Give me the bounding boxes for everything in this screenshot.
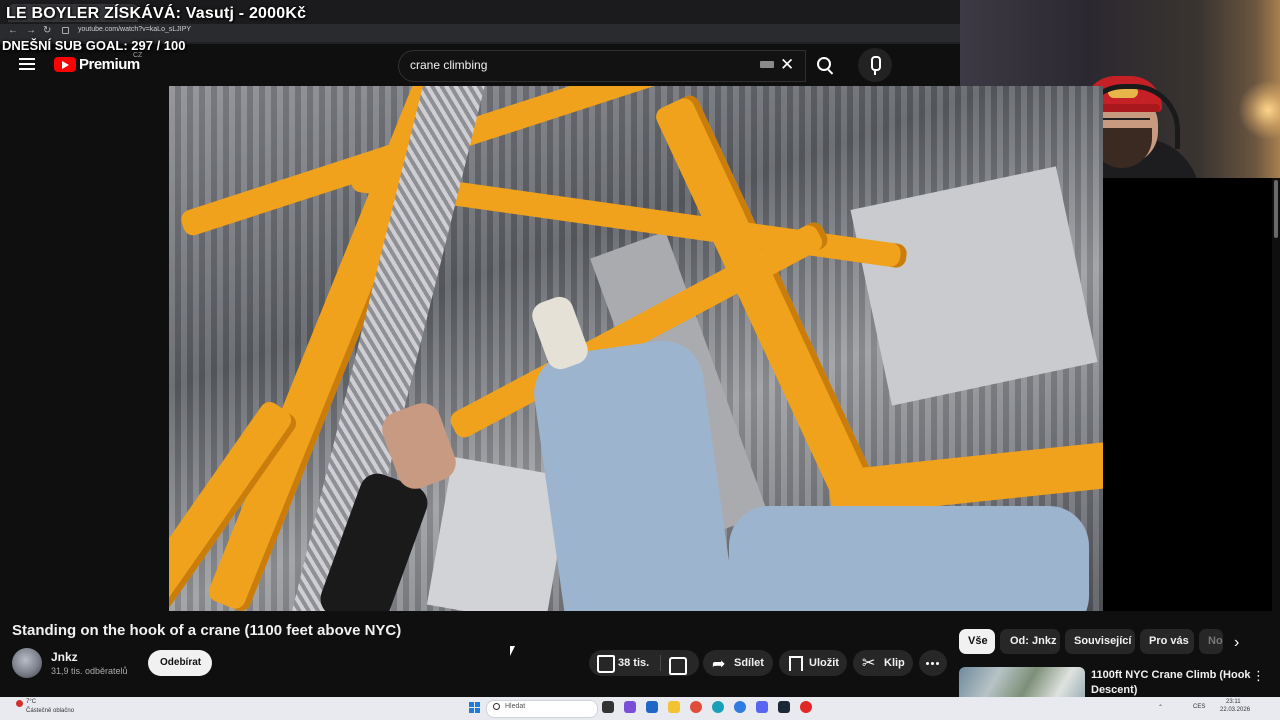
- chip-label[interactable]: Pro vás: [1149, 635, 1189, 647]
- chip-label[interactable]: Související: [1074, 635, 1131, 647]
- forward-arrow-icon[interactable]: →: [26, 25, 36, 36]
- reload-icon[interactable]: ↻: [43, 25, 51, 36]
- site-info-icon[interactable]: [62, 27, 69, 34]
- obs-icon[interactable]: [800, 701, 812, 713]
- thumbs-up-icon[interactable]: [597, 655, 615, 673]
- subscribe-button[interactable]: Odebírat: [148, 650, 212, 676]
- tray-chevron-icon[interactable]: ⌃: [1158, 704, 1163, 711]
- subscriber-count: 31,9 tis. odběratelů: [51, 666, 128, 676]
- climber-leg: [729, 506, 1089, 611]
- chrome-icon[interactable]: [690, 701, 702, 713]
- thumbs-down-icon[interactable]: [669, 657, 687, 675]
- weather-description[interactable]: Částečně oblačno: [26, 708, 74, 714]
- store-icon[interactable]: [646, 701, 658, 713]
- youtube-premium-logo-text[interactable]: Premium: [79, 56, 140, 73]
- menu-icon[interactable]: [19, 58, 35, 70]
- channel-avatar[interactable]: [12, 648, 42, 678]
- edge-icon[interactable]: [712, 701, 724, 713]
- weather-alert-icon[interactable]: [16, 700, 23, 707]
- country-code: CZ: [133, 52, 143, 59]
- secondary-column-bg: [1103, 178, 1280, 611]
- scrollbar[interactable]: [1272, 178, 1280, 698]
- language-indicator[interactable]: CES: [1193, 704, 1205, 710]
- task-view-icon[interactable]: [602, 701, 614, 713]
- share-icon[interactable]: ➦: [712, 654, 725, 674]
- back-arrow-icon[interactable]: ←: [8, 25, 18, 36]
- file-explorer-icon[interactable]: [668, 701, 680, 713]
- discord-icon[interactable]: [756, 701, 768, 713]
- scrollbar-thumb[interactable]: [1274, 180, 1278, 238]
- chip-label[interactable]: No: [1208, 635, 1223, 647]
- chevron-right-icon[interactable]: ›: [1234, 634, 1239, 652]
- taskbar-search-placeholder[interactable]: Hledat: [505, 703, 525, 710]
- browser-app-icon[interactable]: [734, 701, 746, 713]
- more-actions-button[interactable]: [919, 650, 947, 676]
- channel-name[interactable]: Jnkz: [51, 650, 78, 664]
- youtube-logo-icon[interactable]: [54, 57, 76, 72]
- video-player[interactable]: [169, 86, 1103, 611]
- stream-donation-overlay: LE BOYLER ZÍSKÁVÁ: Vasutj - 2000Kč: [6, 5, 307, 22]
- clock-date[interactable]: 22.03.2026: [1220, 707, 1250, 713]
- copilot-icon[interactable]: [624, 701, 636, 713]
- video-building: [850, 166, 1098, 406]
- subscribe-label: Odebírat: [160, 657, 202, 668]
- stream-sub-goal-overlay: DNEŠNÍ SUB GOAL: 297 / 100: [2, 38, 186, 53]
- share-label[interactable]: Sdílet: [734, 657, 764, 669]
- bookmark-icon[interactable]: [789, 656, 803, 671]
- weather-temp[interactable]: 7°C: [26, 699, 36, 705]
- clear-search-icon[interactable]: ✕: [780, 55, 794, 75]
- clip-label[interactable]: Klip: [884, 657, 905, 669]
- url-text[interactable]: youtube.com/watch?v=kaLo_sLJIPY: [78, 26, 191, 33]
- video-title: Standing on the hook of a crane (1100 fe…: [12, 622, 402, 639]
- like-divider: [660, 655, 661, 671]
- scissors-icon[interactable]: ✂: [862, 653, 875, 673]
- recommended-title[interactable]: 1100ft NYC Crane Climb (Hook Descent): [1091, 668, 1251, 698]
- save-label[interactable]: Uložit: [809, 657, 839, 669]
- windows-taskbar: [0, 697, 1280, 720]
- chip-label[interactable]: Od: Jnkz: [1010, 635, 1056, 647]
- search-icon[interactable]: [817, 57, 831, 71]
- chip-label[interactable]: Vše: [968, 635, 988, 647]
- search-input-value[interactable]: crane climbing: [410, 58, 487, 72]
- mouse-cursor: [510, 646, 515, 656]
- like-count[interactable]: 38 tis.: [618, 657, 649, 669]
- windows-start-icon[interactable]: [469, 702, 481, 714]
- clock-time[interactable]: 23:11: [1226, 699, 1241, 705]
- steam-icon[interactable]: [778, 701, 790, 713]
- taskbar-search[interactable]: [486, 700, 598, 718]
- search-icon[interactable]: [493, 703, 500, 710]
- keyboard-icon[interactable]: [760, 61, 774, 68]
- kebab-menu-icon[interactable]: ⋮: [1252, 668, 1265, 684]
- recommended-thumbnail[interactable]: [959, 667, 1085, 697]
- microphone-icon[interactable]: [871, 56, 881, 75]
